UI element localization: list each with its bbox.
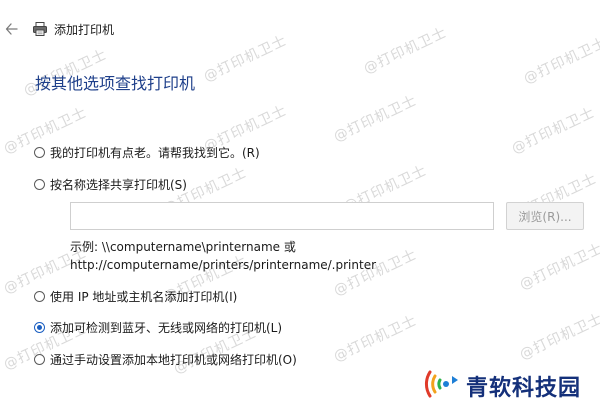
option-shared-printer[interactable]: 按名称选择共享打印机(S): [34, 175, 187, 193]
option-label: 我的打印机有点老。请帮我找到它。(R): [50, 145, 260, 160]
radio-button[interactable]: [34, 353, 45, 365]
watermark: @打印机卫士: [331, 312, 420, 366]
radio-button[interactable]: [34, 290, 45, 302]
site-logo: 青软科技园: [424, 370, 581, 402]
option-label: 按名称选择共享打印机(S): [50, 177, 187, 192]
radio-button[interactable]: [34, 146, 45, 158]
watermark: @打印机卫士: [517, 240, 600, 294]
page-heading: 按其他选项查找打印机: [35, 74, 196, 93]
browse-button[interactable]: 浏览(R)...: [506, 202, 584, 230]
title-bar: 添加打印机: [0, 16, 600, 42]
printer-icon: [32, 21, 48, 37]
option-ip-address[interactable]: 使用 IP 地址或主机名添加打印机(I): [34, 287, 237, 305]
logo-text: 青软科技园: [466, 376, 582, 401]
watermark: @打印机卫士: [517, 310, 600, 364]
watermark: @打印机卫士: [509, 104, 598, 158]
example-line-1: 示例: \\computername\printername 或: [70, 240, 296, 254]
example-line-2: http://computername/printers/printername…: [70, 258, 377, 272]
option-label: 使用 IP 地址或主机名添加打印机(I): [50, 289, 238, 304]
option-old-printer[interactable]: 我的打印机有点老。请帮我找到它。(R): [34, 143, 260, 161]
option-manual-settings[interactable]: 通过手动设置添加本地打印机或网络打印机(O): [34, 350, 297, 368]
option-label: 通过手动设置添加本地打印机或网络打印机(O): [50, 352, 297, 367]
radio-button[interactable]: [34, 178, 45, 190]
window-title: 添加打印机: [54, 23, 115, 37]
option-bluetooth-wireless[interactable]: 添加可检测到蓝牙、无线或网络的打印机(L): [34, 318, 282, 336]
shared-printer-name-input[interactable]: [70, 202, 494, 230]
option-label: 添加可检测到蓝牙、无线或网络的打印机(L): [50, 320, 283, 335]
radio-button-checked[interactable]: [34, 321, 45, 333]
example-text: 示例: \\computername\printername 或 http://…: [70, 238, 376, 274]
back-arrow-icon[interactable]: [4, 17, 20, 41]
wifi-signal-icon: [424, 368, 462, 404]
watermark: @打印机卫士: [331, 92, 420, 146]
